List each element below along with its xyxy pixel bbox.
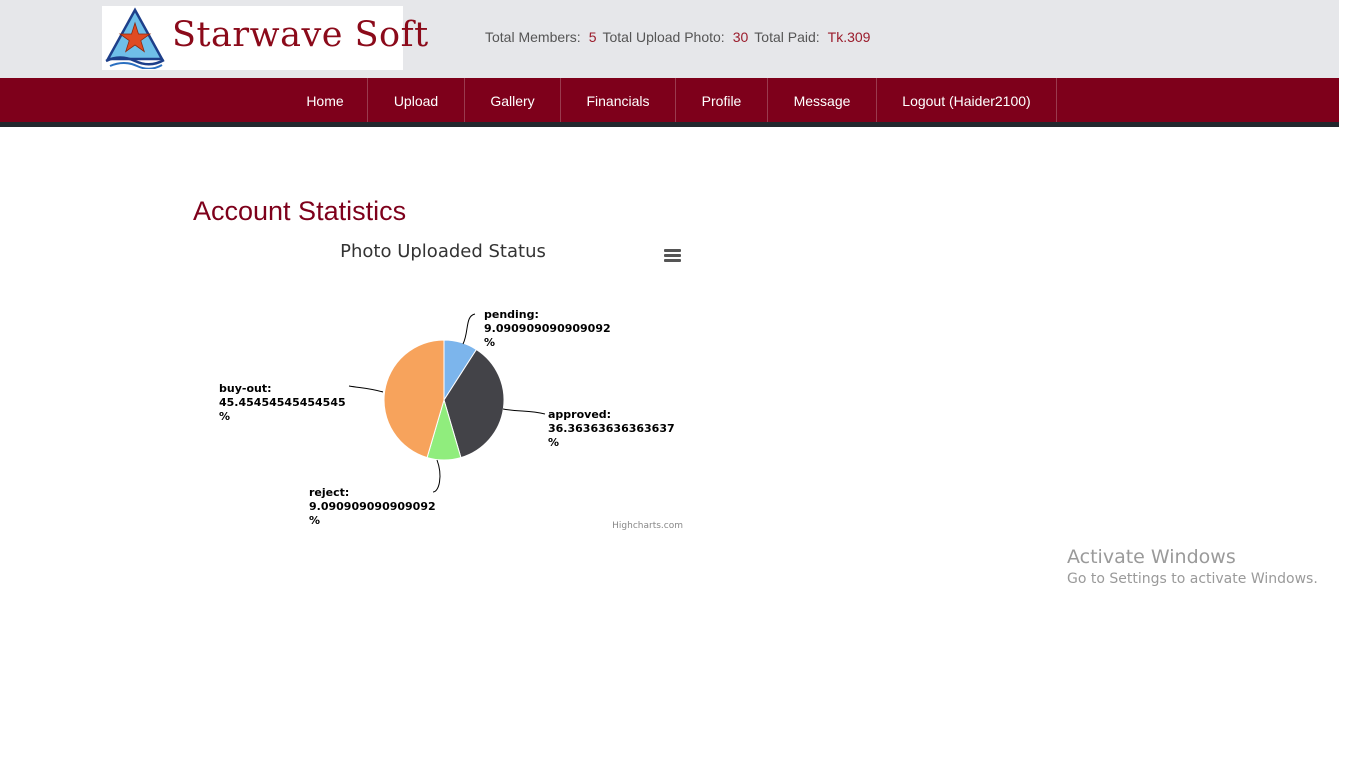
page-title: Account Statistics <box>193 196 407 226</box>
members-value: 5 <box>588 29 597 45</box>
uploads-label: Total Upload Photo: <box>602 29 725 45</box>
brand-logo[interactable]: Starwave Soft <box>102 6 428 70</box>
nav-home[interactable]: Home <box>283 78 367 124</box>
data-label-buy-out: buy-out: 45.45454545454545% <box>219 382 346 423</box>
brand-name: Starwave Soft <box>172 15 429 55</box>
data-label-approved: approved: 36.36363636363637% <box>548 408 675 449</box>
label-connector-approved <box>502 408 546 415</box>
nav-logout[interactable]: Logout (Haider2100) <box>877 78 1056 124</box>
nav-profile[interactable]: Profile <box>676 78 767 124</box>
star-logo-icon <box>105 7 165 69</box>
watermark-title: Activate Windows <box>1067 546 1236 568</box>
watermark-subtitle: Go to Settings to activate Windows. <box>1067 571 1318 587</box>
paid-label: Total Paid: <box>754 29 820 45</box>
nav-divider <box>1056 78 1057 124</box>
chart-title: Photo Uploaded Status <box>340 241 546 262</box>
paid-value: Tk.309 <box>827 29 871 45</box>
data-label-reject: reject: 9.090909090909092% <box>309 486 436 527</box>
nav-upload[interactable]: Upload <box>368 78 464 124</box>
header-stats: Total Members: 5 Total Upload Photo: 30 Tota… <box>485 29 876 45</box>
header-bar: Starwave Soft Total Members: 5 Total Uploa… <box>0 0 1339 78</box>
label-connector-reject <box>432 459 441 493</box>
chart-menu-icon[interactable] <box>661 244 685 266</box>
nav-message[interactable]: Message <box>768 78 876 124</box>
nav-financials[interactable]: Financials <box>561 78 675 124</box>
windows-activation-watermark: Activate Windows Go to Settings to activ… <box>1067 546 1318 587</box>
members-label: Total Members: <box>485 29 581 45</box>
data-label-pending: pending: 9.090909090909092% <box>484 308 611 349</box>
status-pie-chart: Photo Uploaded Status pending: 9.09090909… <box>193 232 693 537</box>
uploads-value: 30 <box>732 29 749 45</box>
nav-gallery[interactable]: Gallery <box>465 78 560 124</box>
nav-underline <box>0 122 1339 127</box>
label-connector-pending <box>462 313 476 345</box>
chart-credit: Highcharts.com <box>612 521 683 531</box>
label-connector-buy-out <box>348 385 384 393</box>
main-nav: Home Upload Gallery Financials Profile M… <box>0 78 1339 124</box>
pie-chart-svg: Photo Uploaded Status pending: 9.09090909… <box>219 241 683 531</box>
